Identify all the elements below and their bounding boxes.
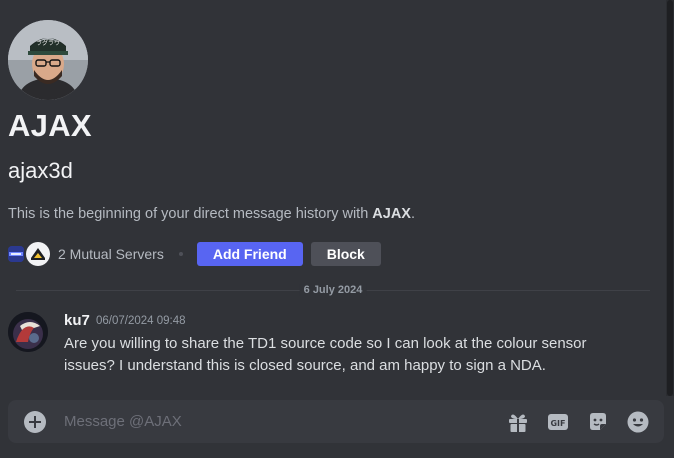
- message-author[interactable]: ku7: [64, 312, 90, 329]
- scrollbar-thumb[interactable]: [667, 0, 673, 396]
- server-banner-icon: [8, 246, 24, 262]
- plus-icon: [29, 416, 41, 428]
- gif-icon[interactable]: GIF: [546, 410, 570, 434]
- intro-prefix: This is the beginning of your direct mes…: [8, 206, 373, 222]
- add-friend-button[interactable]: Add Friend: [196, 242, 303, 266]
- divider-date: 6 July 2024: [299, 284, 367, 296]
- date-divider: 6 July 2024: [16, 284, 650, 296]
- intro-suffix: .: [410, 206, 416, 222]
- gift-icon[interactable]: [506, 410, 530, 434]
- message-input[interactable]: [64, 400, 484, 443]
- message-avatar[interactable]: [8, 312, 48, 352]
- svg-text:GIF: GIF: [550, 419, 565, 428]
- display-name: AJAX: [8, 108, 92, 143]
- scrollbar[interactable]: [666, 0, 674, 396]
- message-content: Are you willing to share the TD1 source …: [64, 335, 587, 374]
- profile-avatar[interactable]: ラグラウ: [8, 20, 88, 100]
- dm-channel: ラグラウ AJAX ajax3d This is the beginning o…: [0, 0, 674, 458]
- separator-dot: [178, 252, 183, 256]
- mutual-servers-link[interactable]: 2 Mutual Servers: [58, 246, 164, 262]
- username: ajax3d: [8, 158, 73, 183]
- block-button[interactable]: Block: [310, 242, 381, 266]
- message-composer: GIF: [8, 400, 664, 443]
- message-timestamp: 06/07/2024 09:48: [96, 315, 186, 327]
- add-attachment-icon[interactable]: [24, 411, 46, 433]
- intro-name: AJAX: [372, 206, 411, 222]
- user-avatar-image: [8, 312, 48, 352]
- profile-avatar-image: ラグラウ: [8, 20, 88, 100]
- mutual-server-icon[interactable]: [26, 242, 50, 266]
- profile-actions: 2 Mutual Servers Add Friend Block: [8, 241, 381, 267]
- emoji-icon[interactable]: [626, 410, 650, 434]
- dm-intro-text: This is the beginning of your direct mes…: [8, 206, 415, 222]
- bird-icon: [31, 248, 45, 260]
- sticker-icon[interactable]: [586, 410, 610, 434]
- cap-text: ラグラウ: [36, 39, 60, 47]
- mutual-server-icon[interactable]: [8, 246, 24, 262]
